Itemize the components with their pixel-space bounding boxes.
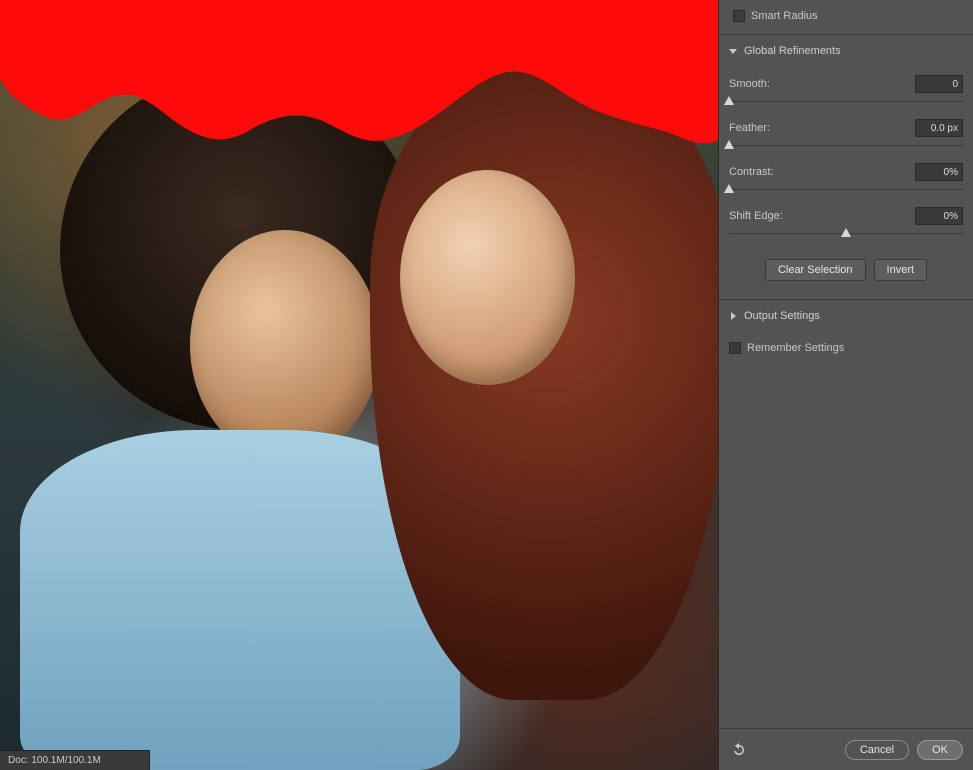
shift-edge-label: Shift Edge: <box>729 210 915 222</box>
panel-footer: Cancel OK <box>719 728 973 770</box>
contrast-slider-thumb[interactable] <box>724 184 734 193</box>
refinement-buttons: Clear Selection Invert <box>729 251 963 285</box>
doc-info-text: Doc: 100.1M/100.1M <box>8 755 101 766</box>
smooth-slider-thumb[interactable] <box>724 96 734 105</box>
face-right <box>400 170 575 385</box>
ok-button[interactable]: OK <box>917 740 963 760</box>
global-refinements-title: Global Refinements <box>744 45 841 57</box>
feather-label: Feather: <box>729 122 915 134</box>
smooth-label: Smooth: <box>729 78 915 90</box>
smart-radius-row[interactable]: Smart Radius <box>719 6 973 30</box>
reset-button[interactable] <box>729 740 749 760</box>
image-content <box>0 0 718 770</box>
shift-edge-slider[interactable] <box>729 227 963 241</box>
app-root: Doc: 100.1M/100.1M Smart Radius Global R… <box>0 0 973 770</box>
document-status-bar: Doc: 100.1M/100.1M <box>0 750 150 770</box>
feather-value[interactable] <box>915 119 963 137</box>
feather-slider-thumb[interactable] <box>724 140 734 149</box>
slider-line <box>729 145 963 146</box>
smart-radius-checkbox[interactable] <box>733 10 745 22</box>
global-refinements-header[interactable]: Global Refinements <box>719 39 973 63</box>
remember-settings-checkbox[interactable] <box>729 342 741 354</box>
invert-button[interactable]: Invert <box>874 259 928 281</box>
smart-radius-label: Smart Radius <box>751 10 818 22</box>
divider <box>719 299 973 300</box>
contrast-value[interactable] <box>915 163 963 181</box>
hair-red <box>370 60 718 700</box>
slider-line <box>729 189 963 190</box>
chevron-right-icon <box>729 312 738 321</box>
contrast-slider[interactable] <box>729 183 963 197</box>
face-left <box>190 230 380 460</box>
cancel-button[interactable]: Cancel <box>845 740 909 760</box>
smooth-value[interactable] <box>915 75 963 93</box>
output-settings-title: Output Settings <box>744 310 820 322</box>
document-canvas[interactable]: Doc: 100.1M/100.1M <box>0 0 718 770</box>
feather-slider[interactable] <box>729 139 963 153</box>
shift-edge-value[interactable] <box>915 207 963 225</box>
panel-scroll: Smart Radius Global Refinements Smooth: <box>719 0 973 728</box>
remember-settings-row[interactable]: Remember Settings <box>719 338 973 362</box>
chevron-down-icon <box>729 47 738 56</box>
contrast-row: Contrast: <box>729 163 963 181</box>
smooth-slider[interactable] <box>729 95 963 109</box>
smooth-row: Smooth: <box>729 75 963 93</box>
undo-icon <box>731 742 747 758</box>
properties-panel: Smart Radius Global Refinements Smooth: <box>718 0 973 770</box>
clear-selection-button[interactable]: Clear Selection <box>765 259 866 281</box>
shift-edge-row: Shift Edge: <box>729 207 963 225</box>
output-settings-header[interactable]: Output Settings <box>719 304 973 328</box>
shift-edge-slider-thumb[interactable] <box>841 228 851 237</box>
global-refinements-section: Smooth: Feather: Contr <box>719 63 973 295</box>
feather-row: Feather: <box>729 119 963 137</box>
remember-settings-label: Remember Settings <box>747 342 844 354</box>
slider-line <box>729 101 963 102</box>
divider <box>719 34 973 35</box>
contrast-label: Contrast: <box>729 166 915 178</box>
